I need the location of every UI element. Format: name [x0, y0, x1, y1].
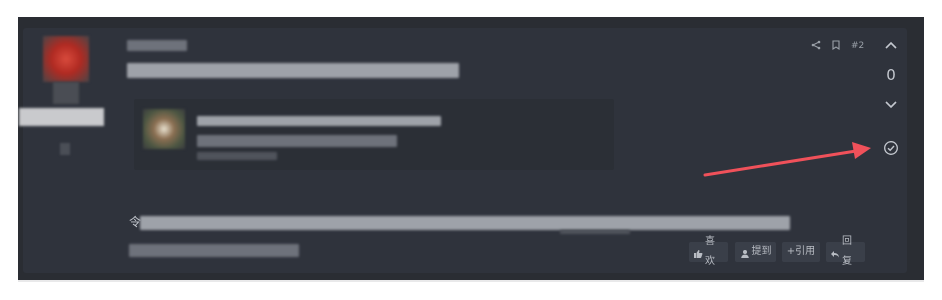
- check-circle-icon[interactable]: [883, 140, 899, 156]
- quote-avatar: [143, 109, 185, 149]
- quote-meta-redacted: [197, 152, 277, 160]
- post-body-redacted: [140, 216, 790, 230]
- like-button[interactable]: 喜欢: [689, 236, 728, 267]
- quote-button[interactable]: +引用: [782, 242, 820, 262]
- like-label: 喜欢: [705, 236, 715, 267]
- bookmark-icon[interactable]: [832, 40, 840, 50]
- chevron-up-icon[interactable]: [885, 41, 897, 49]
- author-avatar-shadow: [53, 82, 79, 104]
- user-icon: [740, 247, 750, 258]
- quote-label: +引用: [786, 246, 816, 257]
- reply-label: 回复: [842, 236, 852, 267]
- mention-label: 提到: [751, 246, 772, 257]
- quote-title-redacted[interactable]: [197, 116, 441, 126]
- reply-icon: [830, 247, 840, 258]
- chevron-down-icon[interactable]: [885, 101, 897, 109]
- post-author-name-redacted[interactable]: [127, 40, 187, 51]
- frame-bottom-edge: [18, 280, 924, 282]
- post-title-redacted: [127, 63, 459, 78]
- post-footer-meta-redacted[interactable]: [129, 244, 299, 257]
- mention-button[interactable]: 提到: [735, 242, 776, 262]
- post-body-underline: [560, 230, 630, 234]
- quote-excerpt-redacted: [197, 135, 397, 147]
- share-icon[interactable]: [811, 40, 821, 50]
- post-number[interactable]: #2: [851, 40, 864, 52]
- reply-button[interactable]: 回复: [826, 236, 865, 267]
- author-badge-redacted: [60, 143, 70, 155]
- vote-count: 0: [886, 66, 896, 84]
- thumbs-up-icon: [693, 247, 703, 258]
- author-username-redacted[interactable]: [19, 108, 104, 126]
- author-avatar[interactable]: [43, 36, 89, 82]
